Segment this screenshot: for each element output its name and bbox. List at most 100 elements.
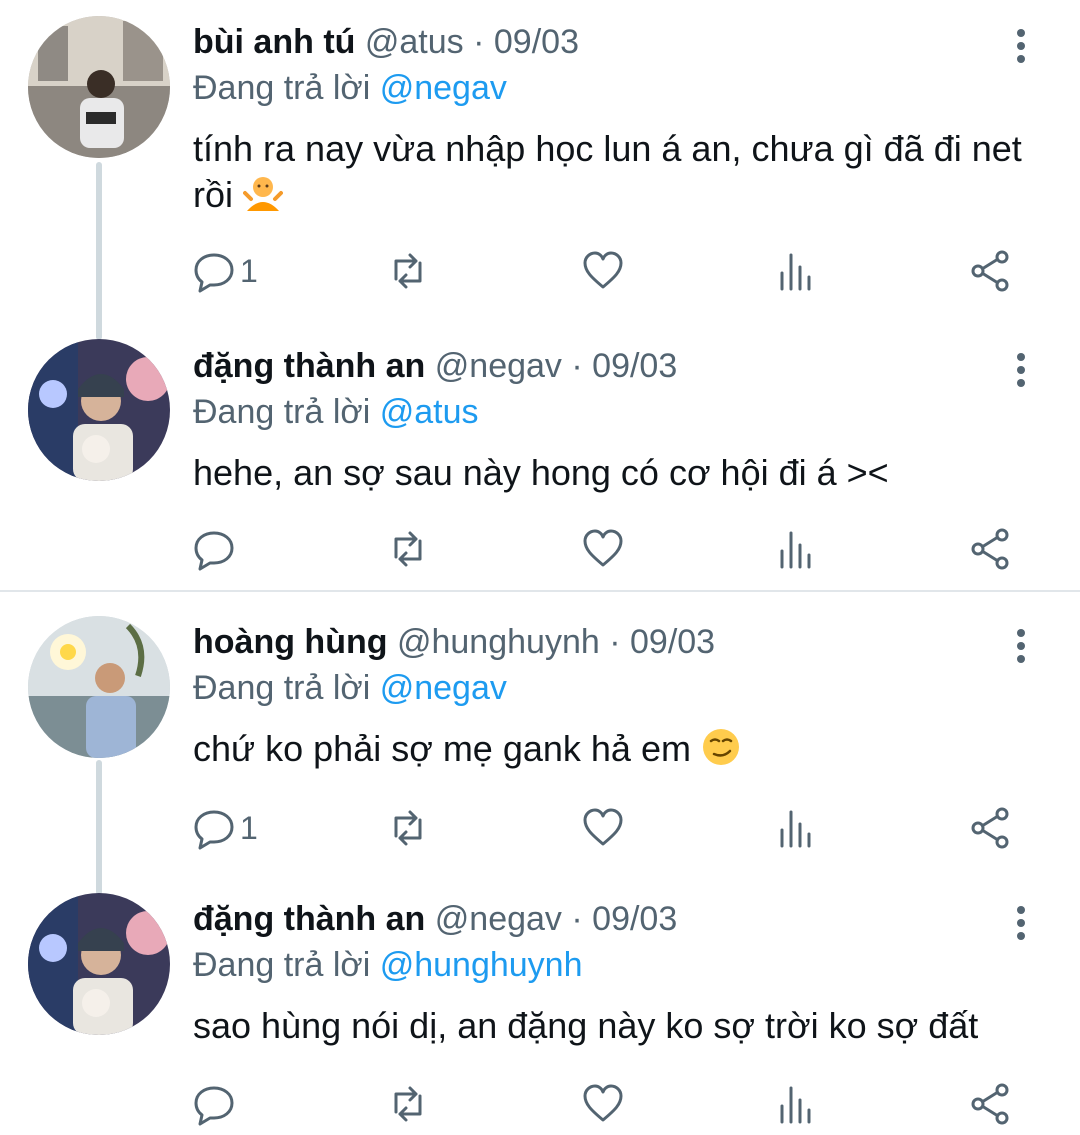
tweet-text: hehe, an sợ sau này hong có cơ hội đi á … — [193, 450, 1023, 496]
share-button[interactable] — [968, 1079, 1012, 1129]
avatar[interactable] — [28, 16, 170, 158]
replying-label: Đang trả lời — [193, 946, 380, 984]
like-button[interactable] — [581, 246, 625, 296]
tweet-header: đặng thành an @negav · 09/03 — [193, 899, 677, 939]
tweet-body: chứ ko phải sợ mẹ gank hả em — [193, 728, 691, 769]
heart-icon — [583, 251, 623, 289]
views-icon — [780, 810, 811, 848]
reply-button[interactable] — [192, 524, 240, 574]
tweet-body: tính ra nay vừa nhập học lun á an, chưa … — [193, 128, 1022, 215]
more-options-icon[interactable] — [1006, 626, 1036, 666]
divider — [0, 590, 1080, 592]
retweet-icon — [394, 810, 422, 846]
separator-dot: · — [571, 900, 583, 938]
display-name[interactable]: bùi anh tú — [193, 23, 355, 61]
tweet-header: hoàng hùng @hunghuynh · 09/03 — [193, 622, 715, 662]
tweet[interactable]: đặng thành an @negav · 09/03 Đang trả lờ… — [0, 877, 1080, 1135]
share-button[interactable] — [968, 803, 1012, 853]
share-icon — [971, 250, 1009, 292]
retweet-icon — [394, 253, 422, 289]
heart-icon — [583, 808, 623, 846]
retweet-icon — [394, 531, 422, 567]
tweet-date[interactable]: 09/03 — [592, 347, 677, 385]
avatar-photo-icon — [28, 893, 170, 1035]
shrug-emoji-icon — [243, 173, 284, 213]
user-handle[interactable]: @hunghuynh — [397, 623, 600, 661]
reply-button[interactable]: 1 — [192, 803, 258, 853]
replying-to: Đang trả lời @hunghuynh — [193, 945, 583, 985]
retweet-button[interactable] — [386, 1079, 430, 1129]
retweet-button[interactable] — [386, 524, 430, 574]
reply-button[interactable]: 1 — [192, 246, 258, 296]
share-icon — [971, 807, 1009, 849]
reply-icon — [194, 810, 234, 850]
user-handle[interactable]: @negav — [435, 347, 562, 385]
smirk-emoji-icon — [701, 727, 741, 767]
avatar[interactable] — [28, 616, 170, 758]
views-button[interactable] — [774, 524, 818, 574]
separator-dot: · — [609, 623, 621, 661]
views-button[interactable] — [774, 246, 818, 296]
user-handle[interactable]: @negav — [435, 900, 562, 938]
tweet-actions: 1 — [0, 246, 1080, 296]
mention-link[interactable]: @hunghuynh — [380, 946, 583, 984]
like-button[interactable] — [581, 1079, 625, 1129]
more-options-icon[interactable] — [1006, 350, 1036, 390]
tweet-date[interactable]: 09/03 — [494, 23, 579, 61]
display-name[interactable]: đặng thành an — [193, 347, 425, 385]
like-button[interactable] — [581, 524, 625, 574]
reply-icon — [194, 531, 234, 571]
retweet-button[interactable] — [386, 246, 430, 296]
tweet-body: hehe, an sợ sau này hong có cơ hội đi á … — [193, 452, 889, 493]
reply-icon — [194, 253, 234, 293]
share-button[interactable] — [968, 524, 1012, 574]
replying-to: Đang trả lời @atus — [193, 392, 478, 432]
avatar[interactable] — [28, 893, 170, 1035]
tweet-header: bùi anh tú @atus · 09/03 — [193, 22, 579, 62]
separator-dot: · — [473, 23, 485, 61]
tweet-text: chứ ko phải sợ mẹ gank hả em — [193, 726, 1023, 772]
share-icon — [971, 528, 1009, 570]
more-options-icon[interactable] — [1006, 903, 1036, 943]
replying-label: Đang trả lời — [193, 393, 380, 431]
views-button[interactable] — [774, 803, 818, 853]
tweet[interactable]: hoàng hùng @hunghuynh · 09/03 Đang trả l… — [0, 600, 1080, 875]
tweet[interactable]: đặng thành an @negav · 09/03 Đang trả lờ… — [0, 324, 1080, 584]
reply-button[interactable] — [192, 1079, 240, 1129]
tweet-actions: 1 — [0, 803, 1080, 853]
like-button[interactable] — [581, 803, 625, 853]
share-icon — [971, 1083, 1009, 1125]
tweet-date[interactable]: 09/03 — [592, 900, 677, 938]
retweet-button[interactable] — [386, 803, 430, 853]
separator-dot: · — [571, 347, 583, 385]
tweet-date[interactable]: 09/03 — [630, 623, 715, 661]
tweet-text: sao hùng nói dị, an đặng này ko sợ trời … — [193, 1003, 1023, 1049]
share-button[interactable] — [968, 246, 1012, 296]
replying-to: Đang trả lời @negav — [193, 68, 507, 108]
replying-label: Đang trả lời — [193, 69, 380, 107]
heart-icon — [583, 529, 623, 567]
avatar-photo-icon — [28, 16, 170, 158]
views-button[interactable] — [774, 1079, 818, 1129]
replying-to: Đang trả lời @negav — [193, 668, 507, 708]
replying-label: Đang trả lời — [193, 669, 380, 707]
tweet[interactable]: bùi anh tú @atus · 09/03 Đang trả lời @n… — [0, 0, 1080, 320]
tweet-text: tính ra nay vừa nhập học lun á an, chưa … — [193, 126, 1023, 218]
tweet-header: đặng thành an @negav · 09/03 — [193, 346, 677, 386]
tweet-actions — [0, 524, 1080, 574]
avatar[interactable] — [28, 339, 170, 481]
avatar-photo-icon — [28, 339, 170, 481]
mention-link[interactable]: @negav — [380, 69, 507, 107]
mention-link[interactable]: @atus — [380, 393, 479, 431]
more-options-icon[interactable] — [1006, 26, 1036, 66]
tweet-body: sao hùng nói dị, an đặng này ko sợ trời … — [193, 1005, 979, 1046]
views-icon — [780, 531, 811, 569]
reply-count: 1 — [240, 252, 258, 289]
display-name[interactable]: hoàng hùng — [193, 623, 388, 661]
user-handle[interactable]: @atus — [365, 23, 464, 61]
views-icon — [780, 253, 811, 291]
retweet-icon — [394, 1086, 422, 1122]
reply-icon — [194, 1086, 234, 1126]
display-name[interactable]: đặng thành an — [193, 900, 425, 938]
mention-link[interactable]: @negav — [380, 669, 507, 707]
